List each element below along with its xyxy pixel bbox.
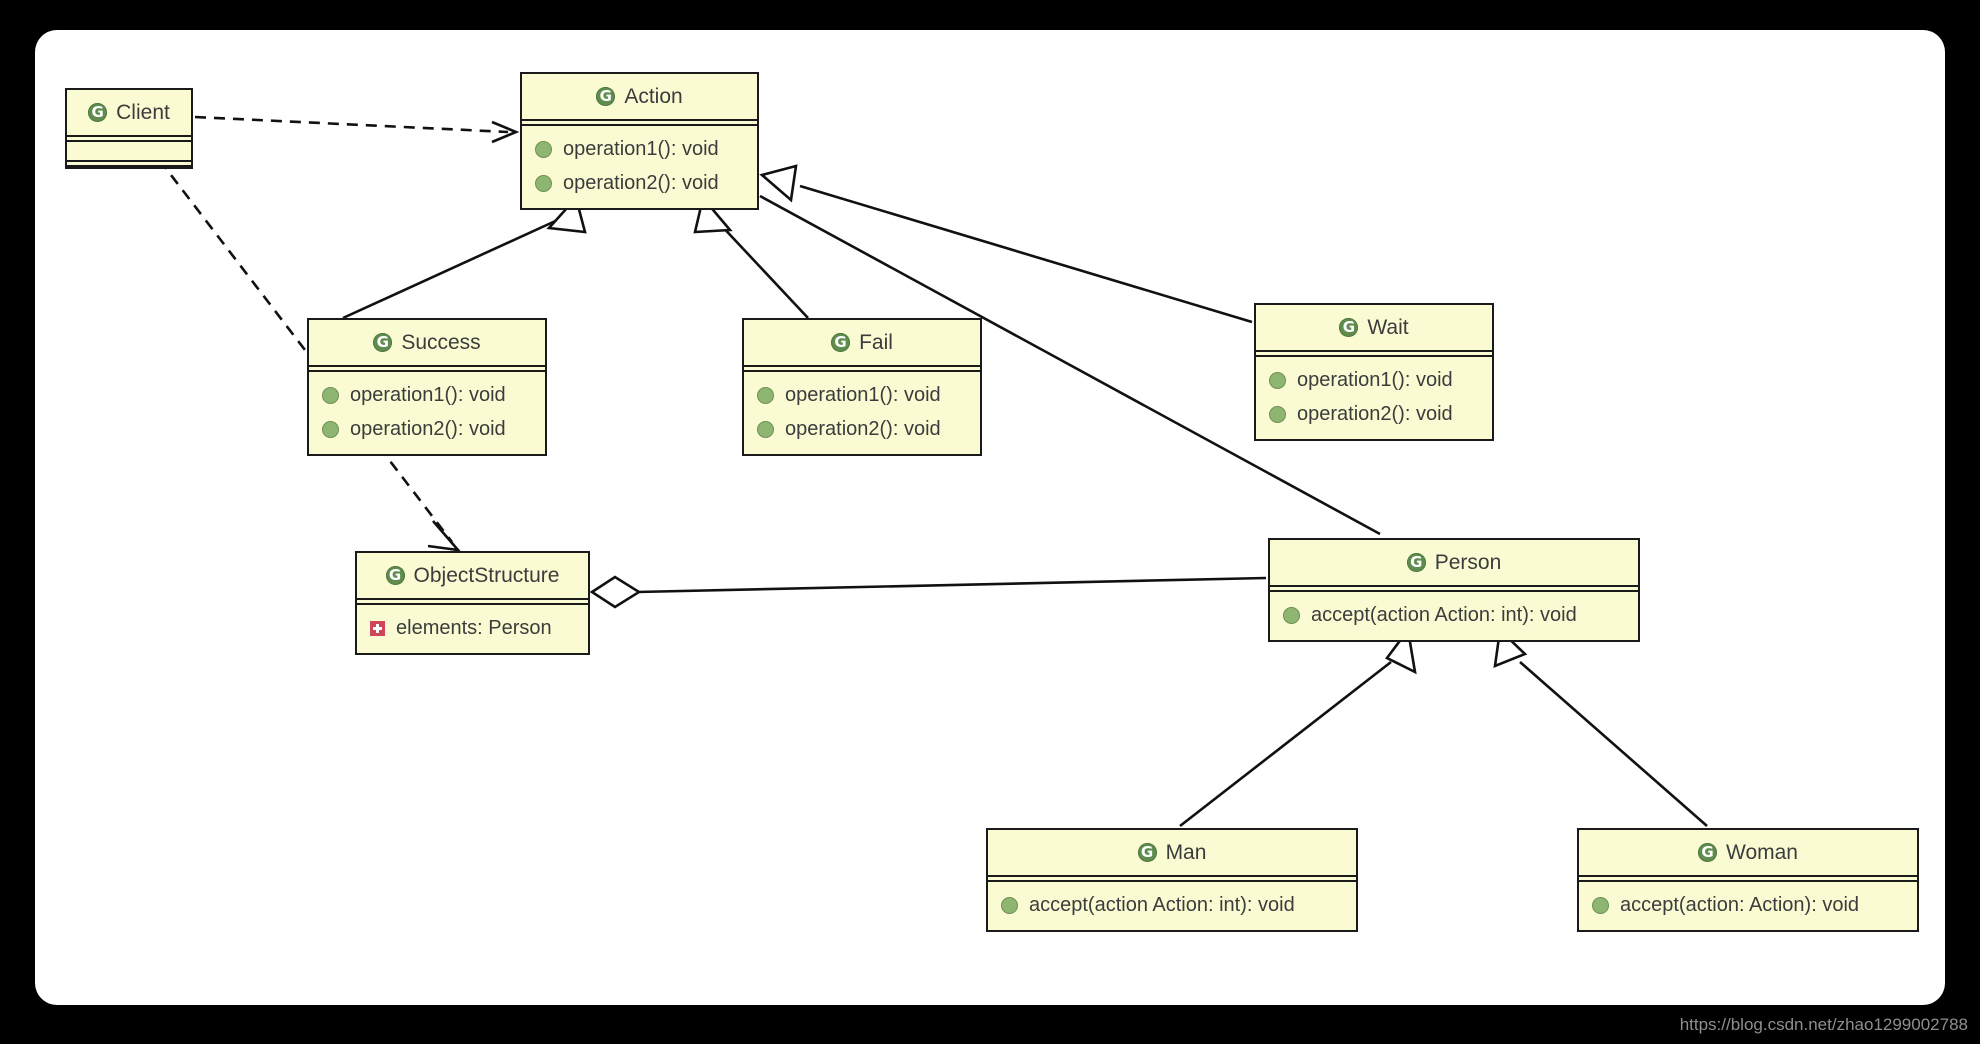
method-row[interactable]: operation2(): void bbox=[309, 412, 545, 446]
method-icon bbox=[1001, 896, 1018, 914]
class-title-man: Man bbox=[988, 830, 1356, 875]
method-row[interactable]: operation1(): void bbox=[309, 378, 545, 412]
class-name-label: Client bbox=[116, 101, 170, 124]
class-icon bbox=[88, 103, 108, 122]
class-box-woman[interactable]: Woman accept(action: Action): void bbox=[1577, 828, 1919, 932]
method-row[interactable]: accept(action Action: int): void bbox=[988, 888, 1356, 922]
class-name-label: Person bbox=[1434, 551, 1502, 574]
compartment-separator bbox=[744, 365, 980, 372]
method-label: operation2(): void bbox=[1297, 403, 1453, 425]
class-icon bbox=[1406, 553, 1426, 572]
compartment-separator bbox=[67, 135, 191, 142]
method-icon bbox=[535, 174, 552, 192]
class-name-label: ObjectStructure bbox=[413, 564, 560, 587]
method-label: operation1(): void bbox=[350, 384, 506, 406]
diagram-root: Client Action operation1(): void operation2… bbox=[0, 0, 1980, 1044]
class-title-woman: Woman bbox=[1579, 830, 1917, 875]
method-label: accept(action Action: int): void bbox=[1311, 604, 1577, 626]
class-title-client: Client bbox=[67, 90, 191, 135]
class-name-label: Action bbox=[624, 85, 683, 108]
class-box-fail[interactable]: Fail operation1(): void operation2(): void bbox=[742, 318, 982, 456]
method-label: operation1(): void bbox=[1297, 369, 1453, 391]
method-label: operation2(): void bbox=[350, 418, 506, 440]
compartment-separator bbox=[309, 365, 545, 372]
compartment-separator-bottom bbox=[67, 160, 191, 167]
method-label: operation1(): void bbox=[563, 138, 719, 160]
method-icon bbox=[322, 420, 339, 438]
class-box-person[interactable]: Person accept(action Action: int): void bbox=[1268, 538, 1640, 642]
method-label: operation1(): void bbox=[785, 384, 941, 406]
field-label: elements: Person bbox=[396, 617, 552, 639]
class-name-label: Wait bbox=[1367, 316, 1409, 339]
class-box-wait[interactable]: Wait operation1(): void operation2(): void bbox=[1254, 303, 1494, 441]
method-row[interactable]: accept(action Action: int): void bbox=[1270, 598, 1638, 632]
method-row[interactable]: operation1(): void bbox=[744, 378, 980, 412]
method-row[interactable]: operation2(): void bbox=[1256, 397, 1492, 431]
method-icon bbox=[1269, 405, 1286, 423]
members-compartment-woman: accept(action: Action): void bbox=[1579, 882, 1917, 930]
class-name-label: Success bbox=[401, 331, 481, 354]
method-icon bbox=[1269, 371, 1286, 389]
method-row[interactable]: operation2(): void bbox=[744, 412, 980, 446]
class-icon bbox=[373, 333, 393, 352]
class-name-label: Woman bbox=[1726, 841, 1798, 864]
class-box-success[interactable]: Success operation1(): void operation2(): v… bbox=[307, 318, 547, 456]
class-icon bbox=[385, 566, 405, 585]
class-name-label: Man bbox=[1165, 841, 1207, 864]
class-title-objectstructure: ObjectStructure bbox=[357, 553, 588, 598]
class-title-wait: Wait bbox=[1256, 305, 1492, 350]
method-row[interactable]: operation1(): void bbox=[1256, 363, 1492, 397]
members-compartment-action: operation1(): void operation2(): void bbox=[522, 126, 757, 208]
class-box-client[interactable]: Client bbox=[65, 88, 193, 169]
method-row[interactable]: accept(action: Action): void bbox=[1579, 888, 1917, 922]
compartment-separator bbox=[522, 119, 757, 126]
members-compartment-client bbox=[67, 142, 191, 160]
compartment-separator bbox=[988, 875, 1356, 882]
method-icon bbox=[757, 386, 774, 404]
compartment-separator bbox=[1579, 875, 1917, 882]
class-title-fail: Fail bbox=[744, 320, 980, 365]
compartment-separator bbox=[1256, 350, 1492, 357]
method-icon bbox=[1592, 896, 1609, 914]
class-icon bbox=[1698, 843, 1717, 862]
members-compartment-success: operation1(): void operation2(): void bbox=[309, 372, 545, 454]
field-icon bbox=[370, 620, 385, 636]
members-compartment-fail: operation1(): void operation2(): void bbox=[744, 372, 980, 454]
class-icon bbox=[1339, 318, 1359, 337]
class-name-label: Fail bbox=[859, 331, 893, 354]
compartment-separator bbox=[357, 598, 588, 605]
method-icon bbox=[535, 140, 552, 158]
method-icon bbox=[322, 386, 339, 404]
method-row[interactable]: operation2(): void bbox=[522, 166, 757, 200]
method-label: accept(action Action: int): void bbox=[1029, 894, 1295, 916]
members-compartment-wait: operation1(): void operation2(): void bbox=[1256, 357, 1492, 439]
method-row[interactable]: operation1(): void bbox=[522, 132, 757, 166]
members-compartment-man: accept(action Action: int): void bbox=[988, 882, 1356, 930]
method-icon bbox=[1283, 606, 1300, 624]
class-box-objectstructure[interactable]: ObjectStructure elements: Person bbox=[355, 551, 590, 655]
field-row[interactable]: elements: Person bbox=[357, 611, 588, 645]
method-icon bbox=[757, 420, 774, 438]
compartment-separator bbox=[1270, 585, 1638, 592]
method-label: operation2(): void bbox=[785, 418, 941, 440]
class-icon bbox=[831, 333, 851, 352]
members-compartment-person: accept(action Action: int): void bbox=[1270, 592, 1638, 640]
method-label: operation2(): void bbox=[563, 172, 719, 194]
method-label: accept(action: Action): void bbox=[1620, 894, 1860, 916]
class-title-person: Person bbox=[1270, 540, 1638, 585]
watermark: https://blog.csdn.net/zhao1299002788 bbox=[1679, 1015, 1968, 1034]
class-icon bbox=[596, 87, 616, 106]
class-title-success: Success bbox=[309, 320, 545, 365]
members-compartment-objectstructure: elements: Person bbox=[357, 605, 588, 653]
class-title-action: Action bbox=[522, 74, 757, 119]
class-box-action[interactable]: Action operation1(): void operation2(): vo… bbox=[520, 72, 759, 210]
class-icon bbox=[1137, 843, 1157, 862]
class-box-man[interactable]: Man accept(action Action: int): void bbox=[986, 828, 1358, 932]
